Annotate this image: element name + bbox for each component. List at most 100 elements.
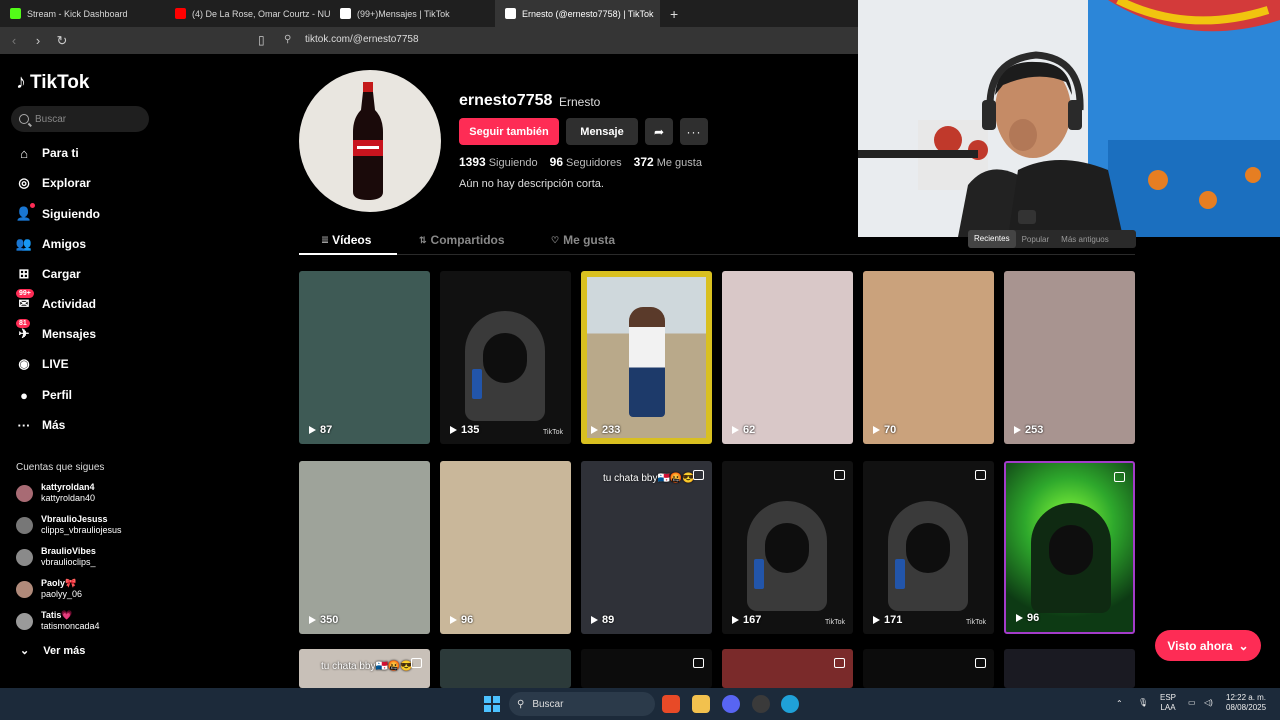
video-card[interactable]: tu chata bby🇵🇦🤬😎 89 <box>581 461 712 634</box>
tab-me-gusta[interactable]: ♡ Me gusta <box>551 233 615 247</box>
app-icon[interactable] <box>752 695 770 713</box>
sidebar-item-explorar[interactable]: ◎ Explorar <box>16 175 90 191</box>
tab-compartidos[interactable]: ⇅ Compartidos <box>419 233 505 247</box>
see-more-button[interactable]: ⌄ Ver más <box>20 644 85 658</box>
sidebar-item-live[interactable]: ◉ LIVE <box>16 356 68 372</box>
video-card[interactable]: TikTok 171 <box>863 461 994 634</box>
sidebar-item-mensajes[interactable]: ✈ 81 Mensajes <box>16 319 96 342</box>
tray-chevron-icon[interactable]: ⌃ <box>1116 699 1123 709</box>
sidebar-item-más[interactable]: ··· Más <box>16 417 66 433</box>
stat-me-gusta[interactable]: 372 Me gusta <box>634 155 702 169</box>
tab-title: Stream - Kick Dashboard <box>27 8 128 19</box>
following-account[interactable]: Paoly🎀 paolyy_06 <box>16 578 82 600</box>
sidebar-item-cargar[interactable]: ⊞ Cargar <box>16 266 81 282</box>
video-card[interactable]: 96 <box>440 461 571 634</box>
view-count-value: 87 <box>320 424 333 436</box>
edge-icon[interactable] <box>781 695 799 713</box>
video-card[interactable]: 96 <box>1004 461 1135 634</box>
follow-back-button[interactable]: Seguir también <box>459 118 559 145</box>
windows-taskbar: ⚲ Buscar ⌃ 🎙 ESP LAA ▭ ◁) 12:22 a. m. 08… <box>0 688 1280 720</box>
photo-post-icon <box>411 658 422 668</box>
video-card[interactable]: tu chata bby🇵🇦🤬😎 <box>299 649 430 688</box>
volume-icon[interactable]: ◁) <box>1204 698 1213 708</box>
following-account[interactable]: kattyroldan4 kattyroldan40 <box>16 482 95 504</box>
stat-siguiendo[interactable]: 1393 Siguiendo <box>459 155 538 169</box>
browser-tab[interactable]: (4) De La Rose, Omar Courtz - NUBES... <box>165 0 330 27</box>
windows-start-icon[interactable] <box>484 696 500 712</box>
new-dot-icon <box>30 203 35 208</box>
video-watermark: TikTok <box>543 429 563 436</box>
sort-option[interactable]: Recientes <box>968 230 1016 248</box>
reload-icon[interactable]: ↻ <box>52 33 72 49</box>
discord-icon[interactable] <box>722 695 740 713</box>
video-card[interactable] <box>440 649 571 688</box>
view-count-value: 96 <box>461 614 474 626</box>
share-icon[interactable]: ➦ <box>645 118 673 145</box>
tiktok-logo[interactable]: ♪ TikTok <box>16 71 89 94</box>
video-card[interactable] <box>1004 649 1135 688</box>
following-title: Cuentas que sigues <box>16 462 105 473</box>
taskbar-search[interactable]: ⚲ Buscar <box>509 692 655 716</box>
sort-option[interactable]: Popular <box>1016 235 1056 244</box>
microphone-icon[interactable]: 🎙 <box>1138 698 1148 708</box>
tab-vídeos[interactable]: ⦙⦙⦙ Vídeos <box>322 233 371 247</box>
browser-tab[interactable]: (99+)Mensajes | TikTok <box>330 0 495 27</box>
video-card[interactable] <box>581 649 712 688</box>
video-card[interactable]: 253 <box>1004 271 1135 444</box>
view-count-value: 96 <box>1027 612 1040 624</box>
file-explorer-icon[interactable] <box>692 695 710 713</box>
video-card[interactable]: 70 <box>863 271 994 444</box>
new-tab-button[interactable]: + <box>670 6 678 22</box>
brave-icon[interactable] <box>662 695 680 713</box>
browser-tab[interactable]: Ernesto (@ernesto7758) | TikTok✕ <box>495 0 660 27</box>
sidebar-item-label: Cargar <box>42 267 81 281</box>
following-account[interactable]: VbraulioJesuss clipps_vbrauliojesus <box>16 514 122 536</box>
account-names: BraulioVibes vbraulioclips_ <box>41 546 96 568</box>
tab-favicon-icon <box>175 8 186 19</box>
language-indicator[interactable]: ESP LAA <box>1160 693 1176 713</box>
video-card[interactable]: 233 <box>581 271 712 444</box>
view-count: 233 <box>591 424 620 436</box>
sidebar-item-siguiendo[interactable]: 👤 Siguiendo <box>16 203 100 222</box>
search-input[interactable]: Buscar <box>11 106 149 132</box>
sidebar-item-perfil[interactable]: ● Perfil <box>16 387 72 403</box>
video-thumbnail <box>587 277 706 438</box>
view-count-value: 70 <box>884 424 897 436</box>
stat-seguidores[interactable]: 96 Seguidores <box>550 155 622 169</box>
back-icon[interactable]: ‹ <box>4 33 24 48</box>
tab-label: Vídeos <box>332 233 372 247</box>
video-card[interactable]: 350 <box>299 461 430 634</box>
visto-ahora-button[interactable]: Visto ahora ⌄ <box>1155 630 1261 661</box>
compass-icon: ◎ <box>18 175 30 190</box>
home-icon: ⌂ <box>20 145 28 161</box>
video-card[interactable]: 87 <box>299 271 430 444</box>
clock[interactable]: 12:22 a. m. 08/08/2025 <box>1226 693 1266 713</box>
photo-post-icon <box>1114 472 1125 482</box>
message-button[interactable]: Mensaje <box>566 118 638 145</box>
following-account[interactable]: BraulioVibes vbraulioclips_ <box>16 546 96 568</box>
video-card[interactable]: 62 <box>722 271 853 444</box>
tab-title: (99+)Mensajes | TikTok <box>357 8 450 19</box>
view-count: 96 <box>1016 612 1039 624</box>
site-info-icon[interactable]: ⚲ <box>284 34 291 45</box>
sidebar-item-amigos[interactable]: 👥 Amigos <box>16 236 86 252</box>
bookmark-icon[interactable]: ▯ <box>258 33 265 47</box>
sidebar-item-label: Para ti <box>42 146 79 160</box>
sidebar-item-actividad[interactable]: ✉ 99+ Actividad <box>16 289 96 312</box>
forward-icon[interactable]: › <box>28 33 48 48</box>
sort-option[interactable]: Más antiguos <box>1055 235 1115 244</box>
notification-badge: 99+ <box>16 289 34 298</box>
sidebar-item-para-ti[interactable]: ⌂ Para ti <box>16 145 79 161</box>
more-options-icon[interactable]: ··· <box>680 118 708 145</box>
video-card[interactable] <box>863 649 994 688</box>
browser-tab[interactable]: Stream - Kick Dashboard <box>0 0 165 27</box>
tab-label: Me gusta <box>563 233 616 247</box>
following-account[interactable]: Tatis💗 tatismoncada4 <box>16 610 100 632</box>
video-card[interactable] <box>722 649 853 688</box>
address-bar[interactable]: tiktok.com/@ernesto7758 <box>305 34 419 45</box>
sidebar-item-label: Más <box>42 418 66 432</box>
heart-icon: ♡ <box>551 234 560 245</box>
video-card[interactable]: TikTok 167 <box>722 461 853 634</box>
video-card[interactable]: TikTok 135 <box>440 271 571 444</box>
network-icon[interactable]: ▭ <box>1188 698 1196 708</box>
